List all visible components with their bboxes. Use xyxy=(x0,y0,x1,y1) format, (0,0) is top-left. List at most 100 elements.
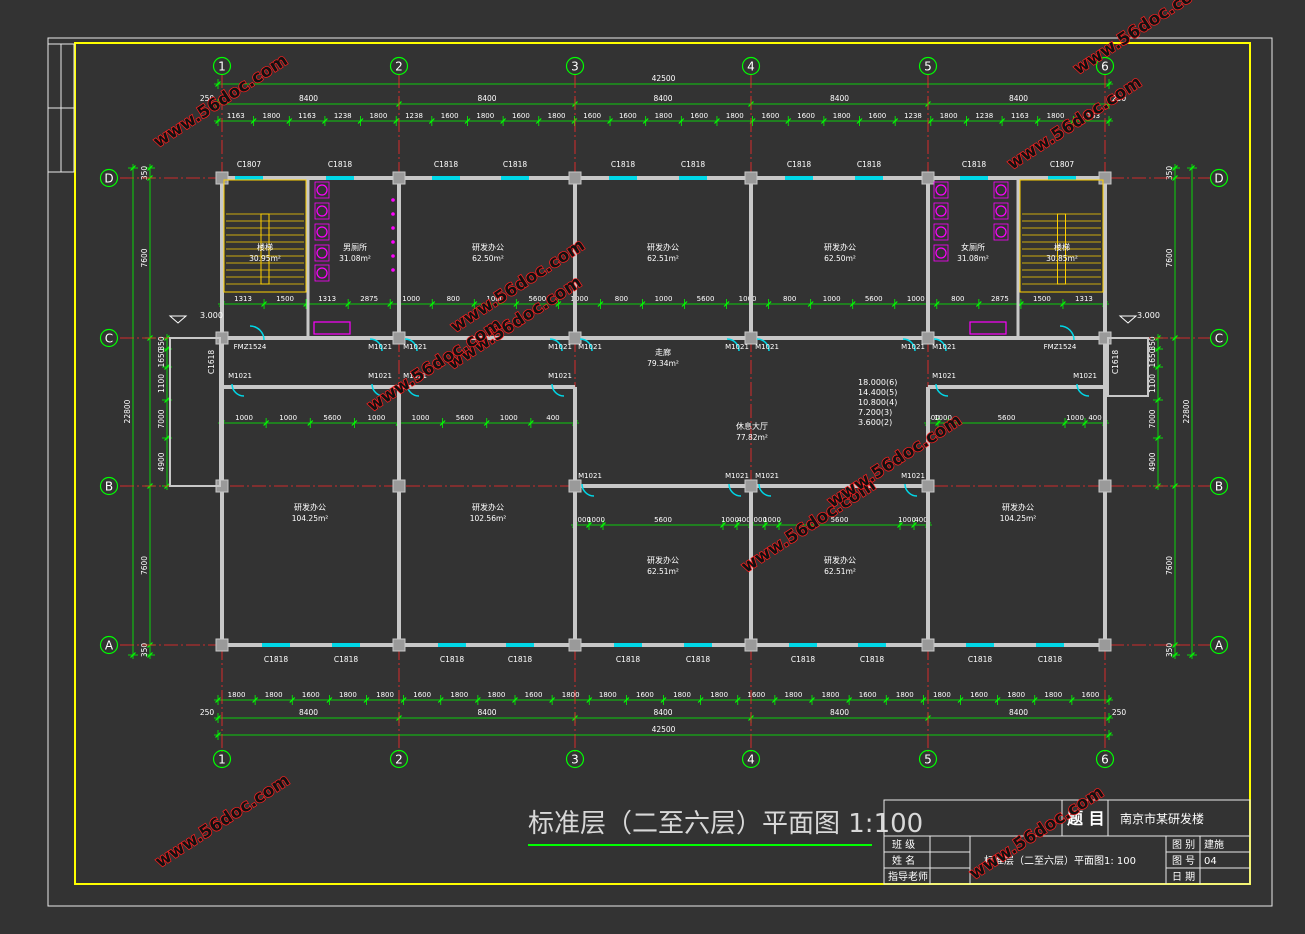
dim-text: 1600 xyxy=(302,691,320,699)
dim-text: 1600 xyxy=(441,112,459,120)
watermark-text: www.56doc.com xyxy=(824,410,966,512)
dim-text: 1600 xyxy=(583,112,601,120)
name-label: 姓 名 xyxy=(892,854,915,867)
room-name: 休息大厅 xyxy=(736,421,768,431)
dim-text: 1000 xyxy=(763,516,781,524)
room-area: 62.51m² xyxy=(647,567,679,576)
room-area: 102.56m² xyxy=(470,514,507,523)
dim-text: 1800 xyxy=(476,112,494,120)
dim-text: 1800 xyxy=(376,691,394,699)
dim-text: 1600 xyxy=(619,112,637,120)
dim-text: 1800 xyxy=(726,112,744,120)
dim-text: 1800 xyxy=(562,691,580,699)
dim-text: 1800 xyxy=(673,691,691,699)
grid-col-label: 2 xyxy=(395,60,403,74)
dim-text: 1238 xyxy=(405,112,423,120)
dim-text: 5600 xyxy=(323,414,341,422)
category-label: 图 别 xyxy=(1172,839,1195,851)
window-label: C1818 xyxy=(791,655,816,664)
margin-stub-table xyxy=(47,43,75,173)
dim-text: 7600 xyxy=(1165,556,1174,575)
dim-text: 7000 xyxy=(157,409,166,428)
dim-text: 1650 xyxy=(157,348,166,367)
window-label: C1818 xyxy=(787,160,812,169)
door-label: M1021 xyxy=(901,472,925,480)
toilet-fixture xyxy=(935,184,947,196)
room-name: 楼梯 xyxy=(1054,242,1070,252)
dim-text: 1500 xyxy=(1033,295,1051,303)
dim-text: 1800 xyxy=(710,691,728,699)
window-label: C1818 xyxy=(616,655,641,664)
window-label: C1818 xyxy=(434,160,459,169)
dim-text: 1000 xyxy=(412,414,430,422)
window-label: C1818 xyxy=(968,655,993,664)
dim-text: 7600 xyxy=(1165,248,1174,267)
dim-text: 1000 xyxy=(823,295,841,303)
room-area: 79.34m² xyxy=(647,359,679,368)
structural-column xyxy=(1098,171,1112,185)
elevation-2: 3.600(2) xyxy=(858,418,892,427)
watermarks: www.56doc.com www.56doc.comwww.56doc.comw… xyxy=(149,0,1212,885)
dim-text: 1313 xyxy=(1075,295,1093,303)
grid-row-label: A xyxy=(1215,639,1224,653)
door-label: M1021 xyxy=(901,343,925,351)
toilet-fixture xyxy=(316,184,328,196)
dim-text: 1600 xyxy=(636,691,654,699)
room-area: 30.95m² xyxy=(249,254,281,263)
grid-col-label: 6 xyxy=(1101,753,1109,767)
dim-text: 1238 xyxy=(904,112,922,120)
level-marker xyxy=(1118,315,1138,324)
dim-text: 1600 xyxy=(512,112,530,120)
room-area: 31.08m² xyxy=(957,254,989,263)
window-label: C1818 xyxy=(440,655,465,664)
dim-text: 1800 xyxy=(655,112,673,120)
drawing-frame xyxy=(74,42,1251,885)
toilet-fixture xyxy=(316,267,328,279)
door-label: M1021 xyxy=(1073,372,1097,380)
room-name: 研发办公 xyxy=(1002,502,1034,512)
level-text: 3.000 xyxy=(200,311,223,320)
dim-text: 42500 xyxy=(652,74,676,83)
dim-text: 400 xyxy=(1088,414,1101,422)
dim-text: 1000 xyxy=(587,516,605,524)
room-area: 62.51m² xyxy=(647,254,679,263)
room-name: 研发办公 xyxy=(472,242,504,252)
structural-column xyxy=(215,638,229,652)
door-label: M1021 xyxy=(578,472,602,480)
dim-text: 1650 xyxy=(1148,348,1157,367)
structural-column xyxy=(215,171,229,185)
urinal xyxy=(391,226,395,230)
grid-col-label: 3 xyxy=(571,753,579,767)
toilet-fixture xyxy=(995,205,1007,217)
toilet-fixture xyxy=(316,205,328,217)
door-label: M1021 xyxy=(755,472,779,480)
room-area: 104.25m² xyxy=(1000,514,1037,523)
window-label: C1818 xyxy=(611,160,636,169)
dim-text: 400 xyxy=(546,414,559,422)
urinal xyxy=(391,198,395,202)
window-label: C1807 xyxy=(237,160,262,169)
watermark-text: www.56doc.com xyxy=(1070,0,1212,79)
dim-text: 1600 xyxy=(747,691,765,699)
dim-text: 1800 xyxy=(933,691,951,699)
door-label: M1021 xyxy=(548,343,572,351)
dim-text: 800 xyxy=(951,295,964,303)
dim-text: 5600 xyxy=(456,414,474,422)
window-label: C1818 xyxy=(264,655,289,664)
door-label: M1021 xyxy=(725,343,749,351)
dim-text: 1238 xyxy=(334,112,352,120)
window-label: C1818 xyxy=(1038,655,1063,664)
room-area: 62.51m² xyxy=(824,567,856,576)
room-name: 女厕所 xyxy=(961,242,985,252)
grid-col-label: 1 xyxy=(218,753,226,767)
project-name: 南京市某研发楼 xyxy=(1120,811,1204,826)
washbasin-counter xyxy=(969,321,1007,335)
advisor-label: 指导老师 xyxy=(888,870,928,883)
dim-text: 42500 xyxy=(652,725,676,734)
dim-text: 400 xyxy=(914,516,927,524)
dim-text: 1800 xyxy=(896,691,914,699)
window-label: C1618 xyxy=(207,350,216,375)
room-area: 104.25m² xyxy=(292,514,329,523)
category-value: 建施 xyxy=(1204,838,1224,851)
structural-column xyxy=(568,638,582,652)
